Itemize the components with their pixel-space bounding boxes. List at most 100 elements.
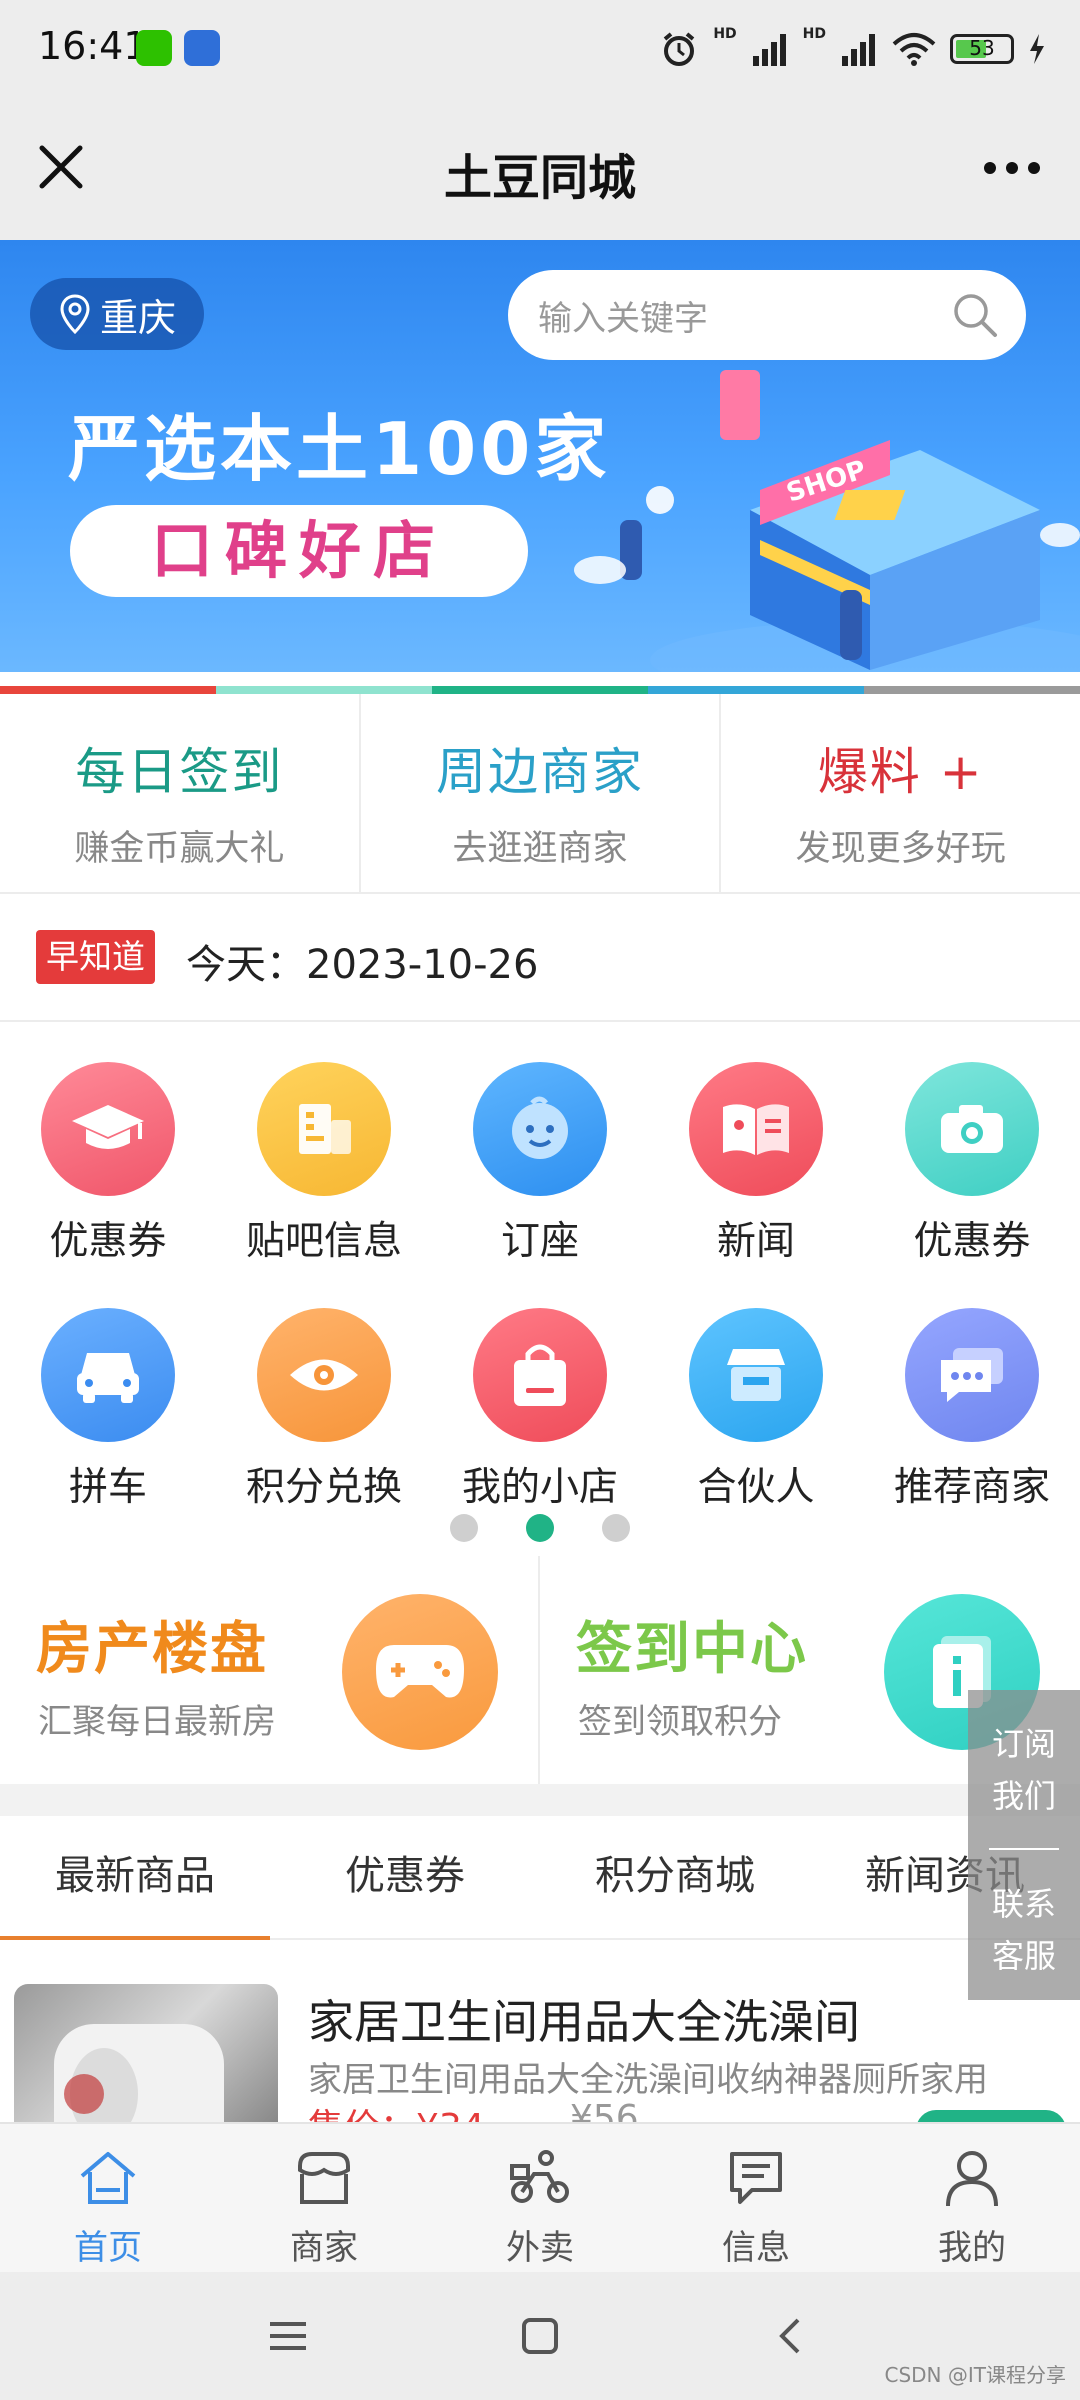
- watermark: CSDN @IT课程分享: [884, 2363, 1067, 2387]
- nav-messages[interactable]: 信息: [648, 2124, 864, 2272]
- user-icon: [946, 2151, 998, 2207]
- page-dot[interactable]: [602, 1514, 630, 1542]
- nav-label: 外卖: [506, 2228, 574, 2268]
- service-label-2: 客服: [991, 1937, 1056, 1975]
- more-options-icon[interactable]: [982, 156, 1042, 180]
- grid-item-label: 积分兑换: [245, 1465, 402, 1510]
- subscribe-label-2: 我们: [991, 1777, 1056, 1815]
- subscribe-button[interactable]: 订阅 我们: [968, 1718, 1080, 1822]
- customer-service-button[interactable]: 联系 客服: [968, 1878, 1080, 1982]
- quick-card-checkin[interactable]: 每日签到 赚金币赢大礼: [0, 694, 361, 892]
- shop-illustration: SHOP: [574, 370, 1080, 672]
- tab-points-mall[interactable]: 积分商城: [540, 1816, 810, 1938]
- content-tabs: 最新商品 优惠券 积分商城 新闻资讯: [0, 1816, 1080, 1940]
- quick-card-title: 每日签到: [75, 743, 284, 801]
- quick-actions: 每日签到 赚金币赢大礼 周边商家 去逛逛商家 爆料 + 发现更多好玩: [0, 694, 1080, 894]
- search-icon[interactable]: [952, 292, 998, 338]
- grid-item-forum[interactable]: 贴吧信息: [216, 1062, 432, 1266]
- grid-item-carpool[interactable]: 拼车: [0, 1308, 216, 1512]
- building-icon: [257, 1062, 391, 1196]
- color-strip-segment: [432, 686, 648, 694]
- buy-button[interactable]: [916, 2110, 1066, 2122]
- home-square-icon[interactable]: [518, 2314, 562, 2358]
- location-selector[interactable]: 重庆: [30, 278, 205, 350]
- book-icon: [689, 1062, 823, 1196]
- grid-item-label: 订座: [500, 1219, 579, 1264]
- feature-subtitle: 签到领取积分: [578, 1702, 782, 1742]
- nav-merchants[interactable]: 商家: [216, 2124, 432, 2272]
- color-strip-segment: [0, 686, 216, 694]
- wifi-icon: [892, 33, 936, 66]
- message-icon: [730, 2152, 782, 2204]
- section-divider: [0, 1784, 1080, 1816]
- quick-card-subtitle: 发现更多好玩: [795, 829, 1006, 869]
- color-strip: [0, 686, 1080, 694]
- subscribe-label-1: 订阅: [991, 1725, 1056, 1763]
- search-input[interactable]: 输入关键字: [508, 270, 1026, 360]
- news-ticker[interactable]: 早知道 今天：2023-10-26: [0, 896, 1080, 1022]
- promo-banner[interactable]: SHOP 重庆 输入关键字 严选本土100家 口碑好店: [0, 240, 1080, 672]
- battery-icon: 53: [950, 34, 1014, 64]
- quick-card-title: 周边商家: [436, 743, 644, 801]
- feature-title: 房产楼盘: [36, 1617, 268, 1682]
- car-icon: [41, 1308, 175, 1442]
- charging-icon: [1030, 34, 1044, 64]
- service-label-1: 联系: [991, 1885, 1056, 1923]
- feature-cards: 房产楼盘 汇聚每日最新房 签到中心 签到领取积分: [0, 1556, 1080, 1784]
- grid-item-label: 优惠券: [49, 1219, 167, 1264]
- gamepad-icon: [342, 1594, 498, 1750]
- title-bar: 土豆同城: [0, 98, 1080, 240]
- nav-profile[interactable]: 我的: [864, 2124, 1080, 2272]
- tab-coupons[interactable]: 优惠券: [270, 1816, 540, 1938]
- product-list-item[interactable]: 家居卫生间用品大全洗澡间 家居卫生间用品大全洗澡间收纳神器厕所家用 售价：¥34…: [0, 1940, 1080, 2122]
- menu-icon[interactable]: [266, 2314, 310, 2358]
- page-title: 土豆同城: [443, 150, 636, 206]
- nav-label: 首页: [74, 2228, 142, 2268]
- camera-icon: [905, 1062, 1039, 1196]
- search-placeholder: 输入关键字: [538, 298, 708, 339]
- grid-item-label: 我的小店: [461, 1465, 618, 1510]
- battery-level: 53: [969, 36, 995, 60]
- home-icon: [80, 2152, 136, 2204]
- page-dot[interactable]: [450, 1514, 478, 1542]
- grid-item-recommend[interactable]: 推荐商家: [864, 1308, 1080, 1512]
- grid-item-label: 合伙人: [697, 1465, 815, 1510]
- signal-hd-label: HD: [713, 26, 737, 42]
- back-icon[interactable]: [770, 2314, 814, 2358]
- bottom-navigation: 首页 商家 外卖 信息 我的: [0, 2122, 1080, 2272]
- banner-pill[interactable]: 口碑好店: [70, 505, 528, 597]
- status-indicators: HD HD 53: [659, 26, 1046, 72]
- ticker-tag: 早知道: [36, 930, 155, 984]
- product-old-price: ¥56: [570, 2098, 639, 2122]
- page-indicator: [0, 1514, 1080, 1544]
- feature-card-real-estate[interactable]: 房产楼盘 汇聚每日最新房: [0, 1556, 540, 1784]
- product-thumbnail[interactable]: [14, 1984, 278, 2122]
- grid-item-news[interactable]: 新闻: [648, 1062, 864, 1266]
- status-bar: 16:41 HD HD 53: [0, 0, 1080, 98]
- grid-item-points[interactable]: 积分兑换: [216, 1308, 432, 1512]
- shop-icon: [298, 2152, 350, 2204]
- page-dot-active[interactable]: [526, 1514, 554, 1542]
- floating-contact-widget: 订阅 我们 联系 客服: [968, 1690, 1080, 2000]
- product-price: 售价：¥34: [308, 2098, 485, 2122]
- grid-item-label: 拼车: [68, 1465, 147, 1510]
- grid-item-coupon-2[interactable]: 优惠券: [864, 1062, 1080, 1266]
- signal-icon: [752, 34, 786, 66]
- shopping-bag-icon: [473, 1308, 607, 1442]
- nav-delivery[interactable]: 外卖: [432, 2124, 648, 2272]
- baby-face-icon: [473, 1062, 607, 1196]
- product-title[interactable]: 家居卫生间用品大全洗澡间: [308, 1986, 860, 2052]
- color-strip-segment: [864, 686, 1080, 694]
- quick-card-nearby[interactable]: 周边商家 去逛逛商家: [361, 694, 722, 892]
- grid-item-partner[interactable]: 合伙人: [648, 1308, 864, 1512]
- nav-home[interactable]: 首页: [0, 2124, 216, 2272]
- grid-item-coupon[interactable]: 优惠券: [0, 1062, 216, 1266]
- nav-label: 我的: [938, 2228, 1006, 2268]
- storefront-icon: [689, 1308, 823, 1442]
- tab-latest-products[interactable]: 最新商品: [0, 1816, 270, 1940]
- quick-card-report[interactable]: 爆料 + 发现更多好玩: [721, 694, 1080, 892]
- grid-item-my-shop[interactable]: 我的小店: [432, 1308, 648, 1512]
- grid-item-label: 推荐商家: [893, 1465, 1050, 1510]
- grid-item-booking[interactable]: 订座: [432, 1062, 648, 1266]
- delivery-bike-icon: [510, 2150, 569, 2203]
